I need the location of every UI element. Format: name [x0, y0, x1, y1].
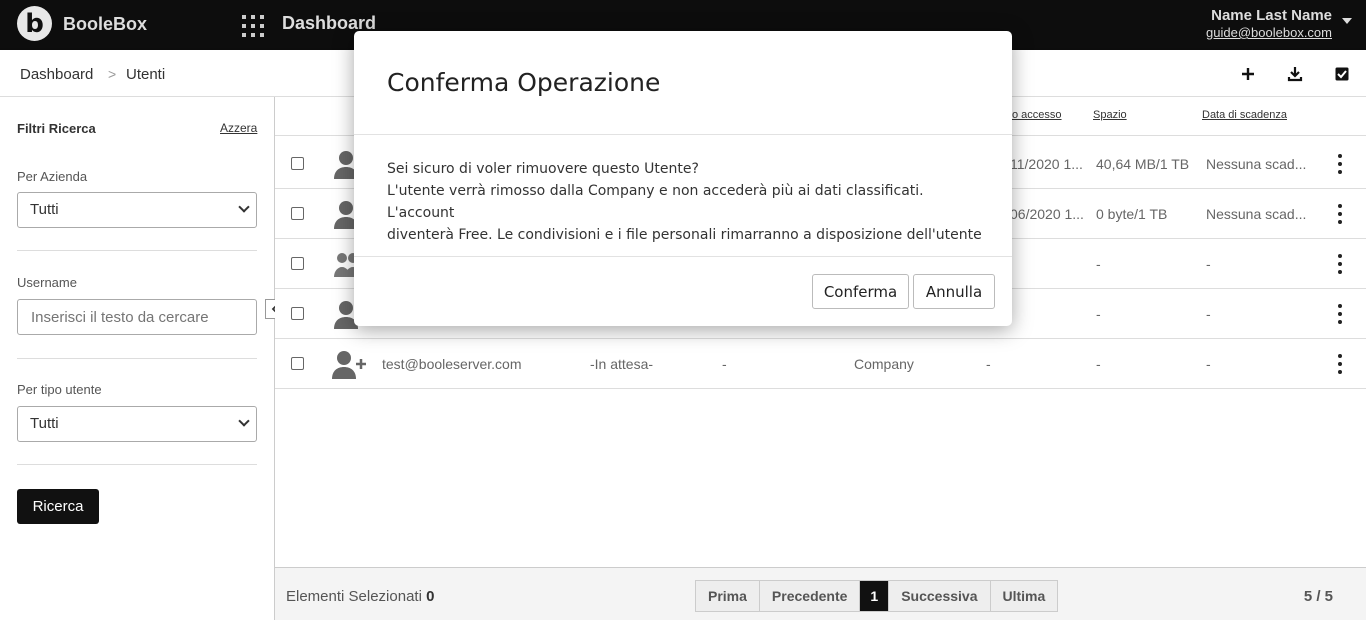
divider — [354, 256, 1012, 257]
cancel-button[interactable]: Annulla — [913, 274, 995, 309]
divider — [354, 134, 1012, 135]
confirm-dialog: Conferma Operazione Sei sicuro di voler … — [354, 31, 1012, 326]
dialog-message-line: diventerà Free. Le condivisioni e i file… — [387, 227, 982, 243]
dialog-title: Conferma Operazione — [387, 68, 661, 97]
dialog-message: Sei sicuro di voler rimuovere questo Ute… — [387, 158, 987, 246]
confirm-button[interactable]: Conferma — [812, 274, 909, 309]
dialog-message-line: L'utente verrà rimosso dalla Company e n… — [387, 183, 924, 221]
dialog-message-line: Sei sicuro di voler rimuovere questo Ute… — [387, 161, 699, 177]
